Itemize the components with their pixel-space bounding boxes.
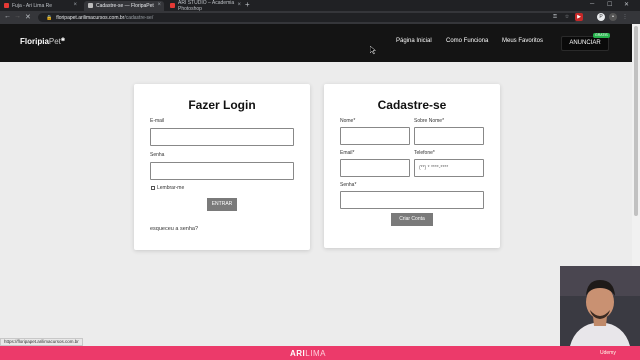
browser-toolbar: ← → ✕ 🔒 floripapet.arilimacursos.com.br /… — [0, 11, 640, 24]
login-title: Fazer Login — [188, 98, 256, 112]
forward-icon[interactable]: → — [14, 13, 21, 20]
surname-label: Sobre Nome* — [414, 118, 445, 124]
studio-icon — [170, 3, 175, 8]
menu-icon[interactable]: ⋮ — [621, 13, 629, 21]
forgot-password-link[interactable]: esqueceu a senha? — [150, 226, 198, 232]
name-field[interactable] — [340, 127, 410, 145]
youtube-icon — [4, 3, 9, 8]
close-icon[interactable]: × — [237, 2, 241, 8]
nav-como-funciona[interactable]: Como Funciona — [446, 38, 488, 44]
signup-title: Cadastre-se — [377, 98, 447, 112]
login-card: Fazer Login E-mail Senha Lembrar-me ENTR… — [134, 84, 310, 250]
extension-icon[interactable]: ▶ — [575, 13, 583, 21]
browser-tab-strip: Fuja - Ari Lima Re × Cadastre-se — Flori… — [0, 0, 640, 12]
presenter-video-icon — [560, 266, 640, 346]
login-password-field[interactable] — [150, 162, 294, 180]
signup-password-label: Senha* — [340, 182, 357, 188]
star-icon[interactable]: ☆ — [563, 13, 571, 21]
login-email-field[interactable] — [150, 128, 294, 146]
mouse-cursor-icon — [370, 46, 376, 55]
name-label: Nome* — [340, 118, 356, 124]
signup-email-field[interactable] — [340, 159, 410, 177]
scrollbar-thumb[interactable] — [634, 26, 638, 216]
avatar[interactable]: • — [609, 13, 617, 21]
browser-tab-3[interactable]: ARI STUDIO – Academia Photoshop × — [166, 0, 244, 12]
signup-password-field[interactable] — [340, 191, 484, 209]
key-icon[interactable]: ⚿ — [551, 13, 559, 21]
anunciar-button[interactable]: ANUNCIAR — [561, 36, 609, 51]
brand-b: LIMA — [305, 349, 326, 358]
minimize-icon[interactable]: ─ — [590, 1, 594, 7]
address-bar[interactable]: 🔒 floripapet.arilimacursos.com.br/cadast… — [38, 13, 578, 22]
entrar-button[interactable]: ENTRAR — [207, 198, 237, 211]
brand-a: ARI — [290, 349, 306, 358]
profile-icon[interactable]: P — [597, 13, 605, 21]
course-footer: ARILIMA Udemy — [0, 346, 640, 360]
browser-tab-2[interactable]: Cadastre-se — FloripaPet × — [84, 1, 164, 11]
url-path: /cadastre-se/ — [124, 14, 154, 21]
email-label: E-mail — [150, 118, 165, 124]
page-icon — [88, 3, 93, 8]
window-close-icon[interactable]: ✕ — [624, 1, 629, 8]
status-url: https://floripapet.arilimacursos.com.br — [0, 338, 83, 346]
site-logo[interactable]: FloripiaPet❀ — [20, 37, 65, 46]
back-icon[interactable]: ← — [4, 13, 11, 20]
site-header: FloripiaPet❀ Página Inicial Como Funcion… — [0, 24, 632, 62]
remember-label: Lembrar-me — [157, 185, 185, 191]
signup-card: Cadastre-se Nome* Sobre Nome* Email* Tel… — [324, 84, 500, 248]
remember-checkbox[interactable] — [151, 186, 155, 190]
new-tab-button[interactable]: + — [245, 0, 250, 9]
browser-tab-1[interactable]: Fuja - Ari Lima Re × — [0, 1, 80, 11]
email-label: Email* — [340, 150, 355, 156]
nav-pagina-inicial[interactable]: Página Inicial — [396, 38, 432, 44]
tab-label: Cadastre-se — FloripaPet — [96, 3, 154, 9]
nav-meus-favoritos[interactable]: Meus Favoritos — [502, 38, 543, 44]
url-host: floripapet.arilimacursos.com.br — [56, 14, 125, 21]
logo-main: Floripia — [20, 37, 49, 46]
ari-lima-logo: ARILIMA — [290, 349, 326, 358]
tab-label: Fuja - Ari Lima Re — [12, 3, 53, 9]
close-icon[interactable]: × — [157, 2, 161, 8]
lock-icon: 🔒 — [46, 14, 53, 21]
surname-field[interactable] — [414, 127, 484, 145]
phone-field[interactable]: (**) * ****-**** — [414, 159, 484, 177]
gratis-badge: GRATIS — [593, 33, 610, 38]
paw-icon: ❀ — [60, 37, 66, 43]
password-label: Senha — [150, 152, 165, 158]
reload-icon[interactable]: ✕ — [25, 13, 31, 21]
close-icon[interactable]: × — [73, 2, 77, 8]
maximize-icon[interactable]: ☐ — [607, 1, 612, 8]
criar-conta-button[interactable]: Criar Conta — [391, 213, 433, 226]
webcam-overlay — [560, 266, 640, 346]
udemy-label: Udemy — [600, 350, 616, 356]
logo-sub: Pet — [48, 37, 61, 46]
phone-label: Telefone* — [414, 150, 435, 156]
